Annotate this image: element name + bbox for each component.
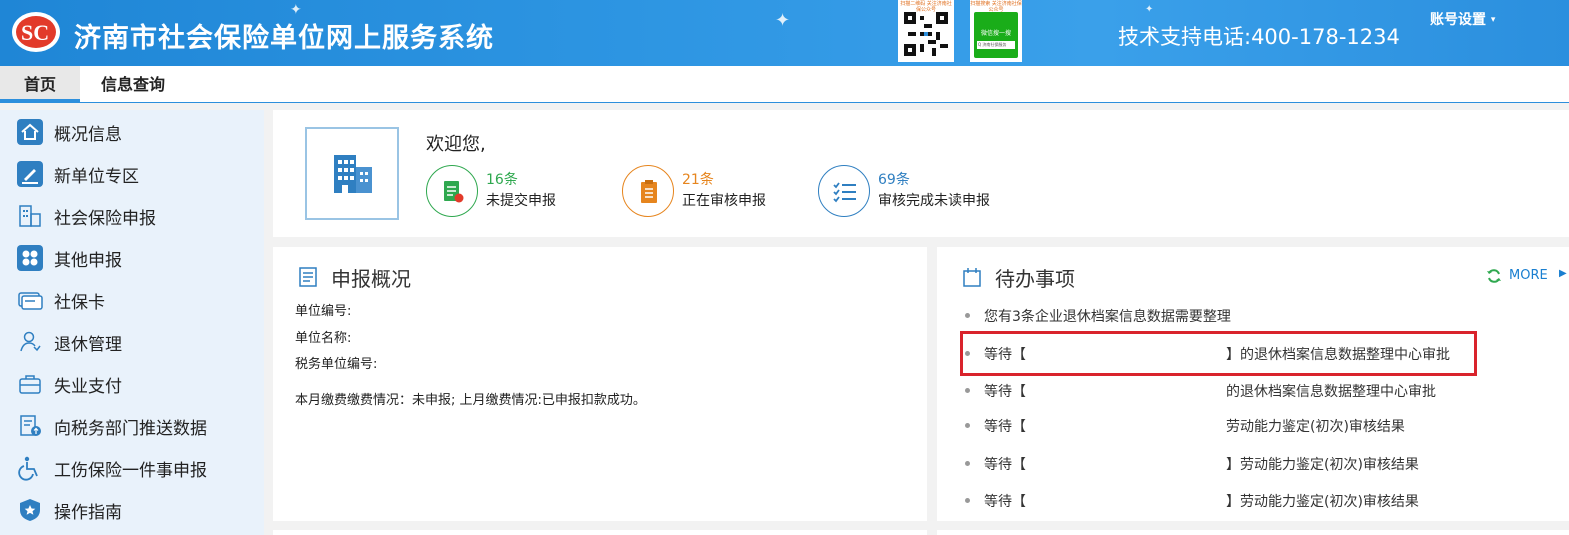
bullet-icon <box>965 312 970 318</box>
sidebar-item-push-tax[interactable]: 向税务部门推送数据 <box>0 405 264 447</box>
stat-label: 未提交申报 <box>486 193 556 209</box>
app-header: SC 济南市社会保险单位网上服务系统 ✦ ✦ ✦ 扫描二维码 关注济南社保公众号… <box>0 0 1569 66</box>
sidebar-item-retirement[interactable]: 退休管理 <box>0 321 264 363</box>
sidebar-item-ss-card[interactable]: 社保卡 <box>0 279 264 321</box>
sidebar-item-new-unit[interactable]: 新单位专区 <box>0 153 264 195</box>
todo-item[interactable]: 等待【 】劳动能力鉴定(初次)审核结果 <box>965 491 1419 511</box>
briefcase-icon <box>19 375 41 394</box>
sidebar-item-label: 社会保险申报 <box>54 209 156 229</box>
panel-title: 待办事项 <box>995 267 1075 291</box>
account-settings-dropdown[interactable]: 账号设置 ▾ <box>1430 9 1495 29</box>
stat-label: 审核完成未读申报 <box>878 193 990 209</box>
apps-icon <box>17 245 43 271</box>
tab-home[interactable]: 首页 <box>0 66 80 102</box>
system-title: 济南市社会保险单位网上服务系统 <box>74 23 494 54</box>
sidebar-item-guide[interactable]: 操作指南 <box>0 489 264 531</box>
qr-code-image: 扫描二维码 关注济南社保公众号 <box>898 0 954 62</box>
tax-unit-number: 税务单位编号: <box>295 357 378 372</box>
document-upload-icon <box>20 415 41 436</box>
main-nav: 首页 信息查询 <box>0 66 1569 103</box>
tab-info-query[interactable]: 信息查询 <box>88 66 178 102</box>
sidebar-item-label: 失业支付 <box>54 377 122 397</box>
sparkle-icon: ✦ <box>1145 4 1154 15</box>
welcome-panel: 欢迎您, 16条 未提交申报 21条 正在审核申报 69条 审核完成未读申报 <box>273 110 1569 237</box>
building-icon <box>334 155 372 193</box>
person-icon <box>20 331 41 352</box>
sidebar-item-label: 退休管理 <box>54 335 122 355</box>
edit-icon <box>17 161 43 187</box>
sidebar-item-overview[interactable]: 概况信息 <box>0 111 264 153</box>
todo-item[interactable]: 等待【 】劳动能力鉴定(初次)审核结果 <box>965 454 1419 474</box>
sparkle-icon: ✦ <box>775 10 791 31</box>
document-icon <box>444 181 464 203</box>
stat-circle <box>818 165 870 217</box>
sidebar-item-label: 新单位专区 <box>54 167 139 187</box>
sidebar-item-label: 向税务部门推送数据 <box>54 419 207 439</box>
bullet-icon <box>965 422 970 428</box>
bullet-icon <box>965 460 970 466</box>
lower-panel <box>273 530 927 535</box>
account-settings-label: 账号设置 <box>1430 12 1486 28</box>
company-avatar <box>305 127 399 220</box>
more-label: MORE <box>1509 268 1548 283</box>
stat-count: 21条 <box>682 172 714 188</box>
clipboard-icon <box>641 180 657 203</box>
stat-label: 正在审核申报 <box>682 193 766 209</box>
stat-circle <box>426 165 478 217</box>
payment-status: 本月缴费缴费情况：未申报; 上月缴费情况:已申报扣款成功。 <box>295 393 646 408</box>
building-icon <box>19 205 41 227</box>
panel-title: 申报概况 <box>331 267 411 291</box>
report-overview-panel: 申报概况 单位编号: 单位名称: 税务单位编号: 本月缴费缴费情况：未申报; 上… <box>273 247 927 521</box>
sidebar-item-other-report[interactable]: 其他申报 <box>0 237 264 279</box>
sidebar-item-label: 概况信息 <box>54 125 122 145</box>
wheelchair-icon <box>18 456 38 481</box>
wechat-search-image: 扫描搜索 关注济南社保公众号 微信搜一搜 Q 济南社保服务 <box>970 0 1022 62</box>
stat-count: 16条 <box>486 172 518 188</box>
sidebar-item-label: 工伤保险一件事申报 <box>54 461 207 481</box>
caret-down-icon: ▾ <box>1490 15 1496 25</box>
checklist-icon <box>833 182 856 203</box>
sidebar-item-label: 其他申报 <box>54 251 122 271</box>
todo-item[interactable]: 等待【 劳动能力鉴定(初次)审核结果 <box>965 416 1405 436</box>
todo-item[interactable]: 您有3条企业退休档案信息数据需要整理 <box>965 306 1231 326</box>
refresh-icon <box>1487 269 1501 283</box>
shield-star-icon <box>20 499 40 521</box>
todo-item[interactable]: 等待【 的退休档案信息数据整理中心审批 <box>965 381 1436 401</box>
sidebar-item-social-insurance[interactable]: 社会保险申报 <box>0 195 264 237</box>
calendar-icon <box>963 268 981 287</box>
home-icon <box>17 119 43 145</box>
card-icon <box>18 292 43 310</box>
sidebar-item-label: 操作指南 <box>54 503 122 523</box>
sidebar-item-injury[interactable]: 工伤保险一件事申报 <box>0 447 264 489</box>
svg-text:SC: SC <box>21 20 49 45</box>
bullet-icon <box>965 387 970 393</box>
sparkle-icon: ✦ <box>290 2 302 18</box>
social-security-logo-icon: SC <box>12 12 60 52</box>
unit-number: 单位编号: <box>295 304 352 319</box>
todo-panel: 待办事项 MORE ▶ 您有3条企业退休档案信息数据需要整理 等待【 】的退休档案… <box>937 247 1569 521</box>
stat-circle <box>622 165 674 217</box>
unit-name: 单位名称: <box>295 331 352 346</box>
lower-panel <box>937 530 1569 535</box>
bullet-icon <box>965 497 970 503</box>
sidebar-item-unemployment[interactable]: 失业支付 <box>0 363 264 405</box>
sidebar-item-label: 社保卡 <box>54 293 105 313</box>
highlight-box <box>960 331 1477 376</box>
triangle-right-icon: ▶ <box>1559 268 1567 279</box>
stat-count: 69条 <box>878 172 910 188</box>
sidebar: 概况信息 新单位专区 社会保险申报 其他申报 社保卡 退休管理 失业支付 向税务… <box>0 110 264 535</box>
document-list-icon <box>299 267 317 287</box>
welcome-greeting: 欢迎您, <box>426 134 486 155</box>
support-phone: 技术支持电话:400-178-1234 <box>1118 25 1400 49</box>
